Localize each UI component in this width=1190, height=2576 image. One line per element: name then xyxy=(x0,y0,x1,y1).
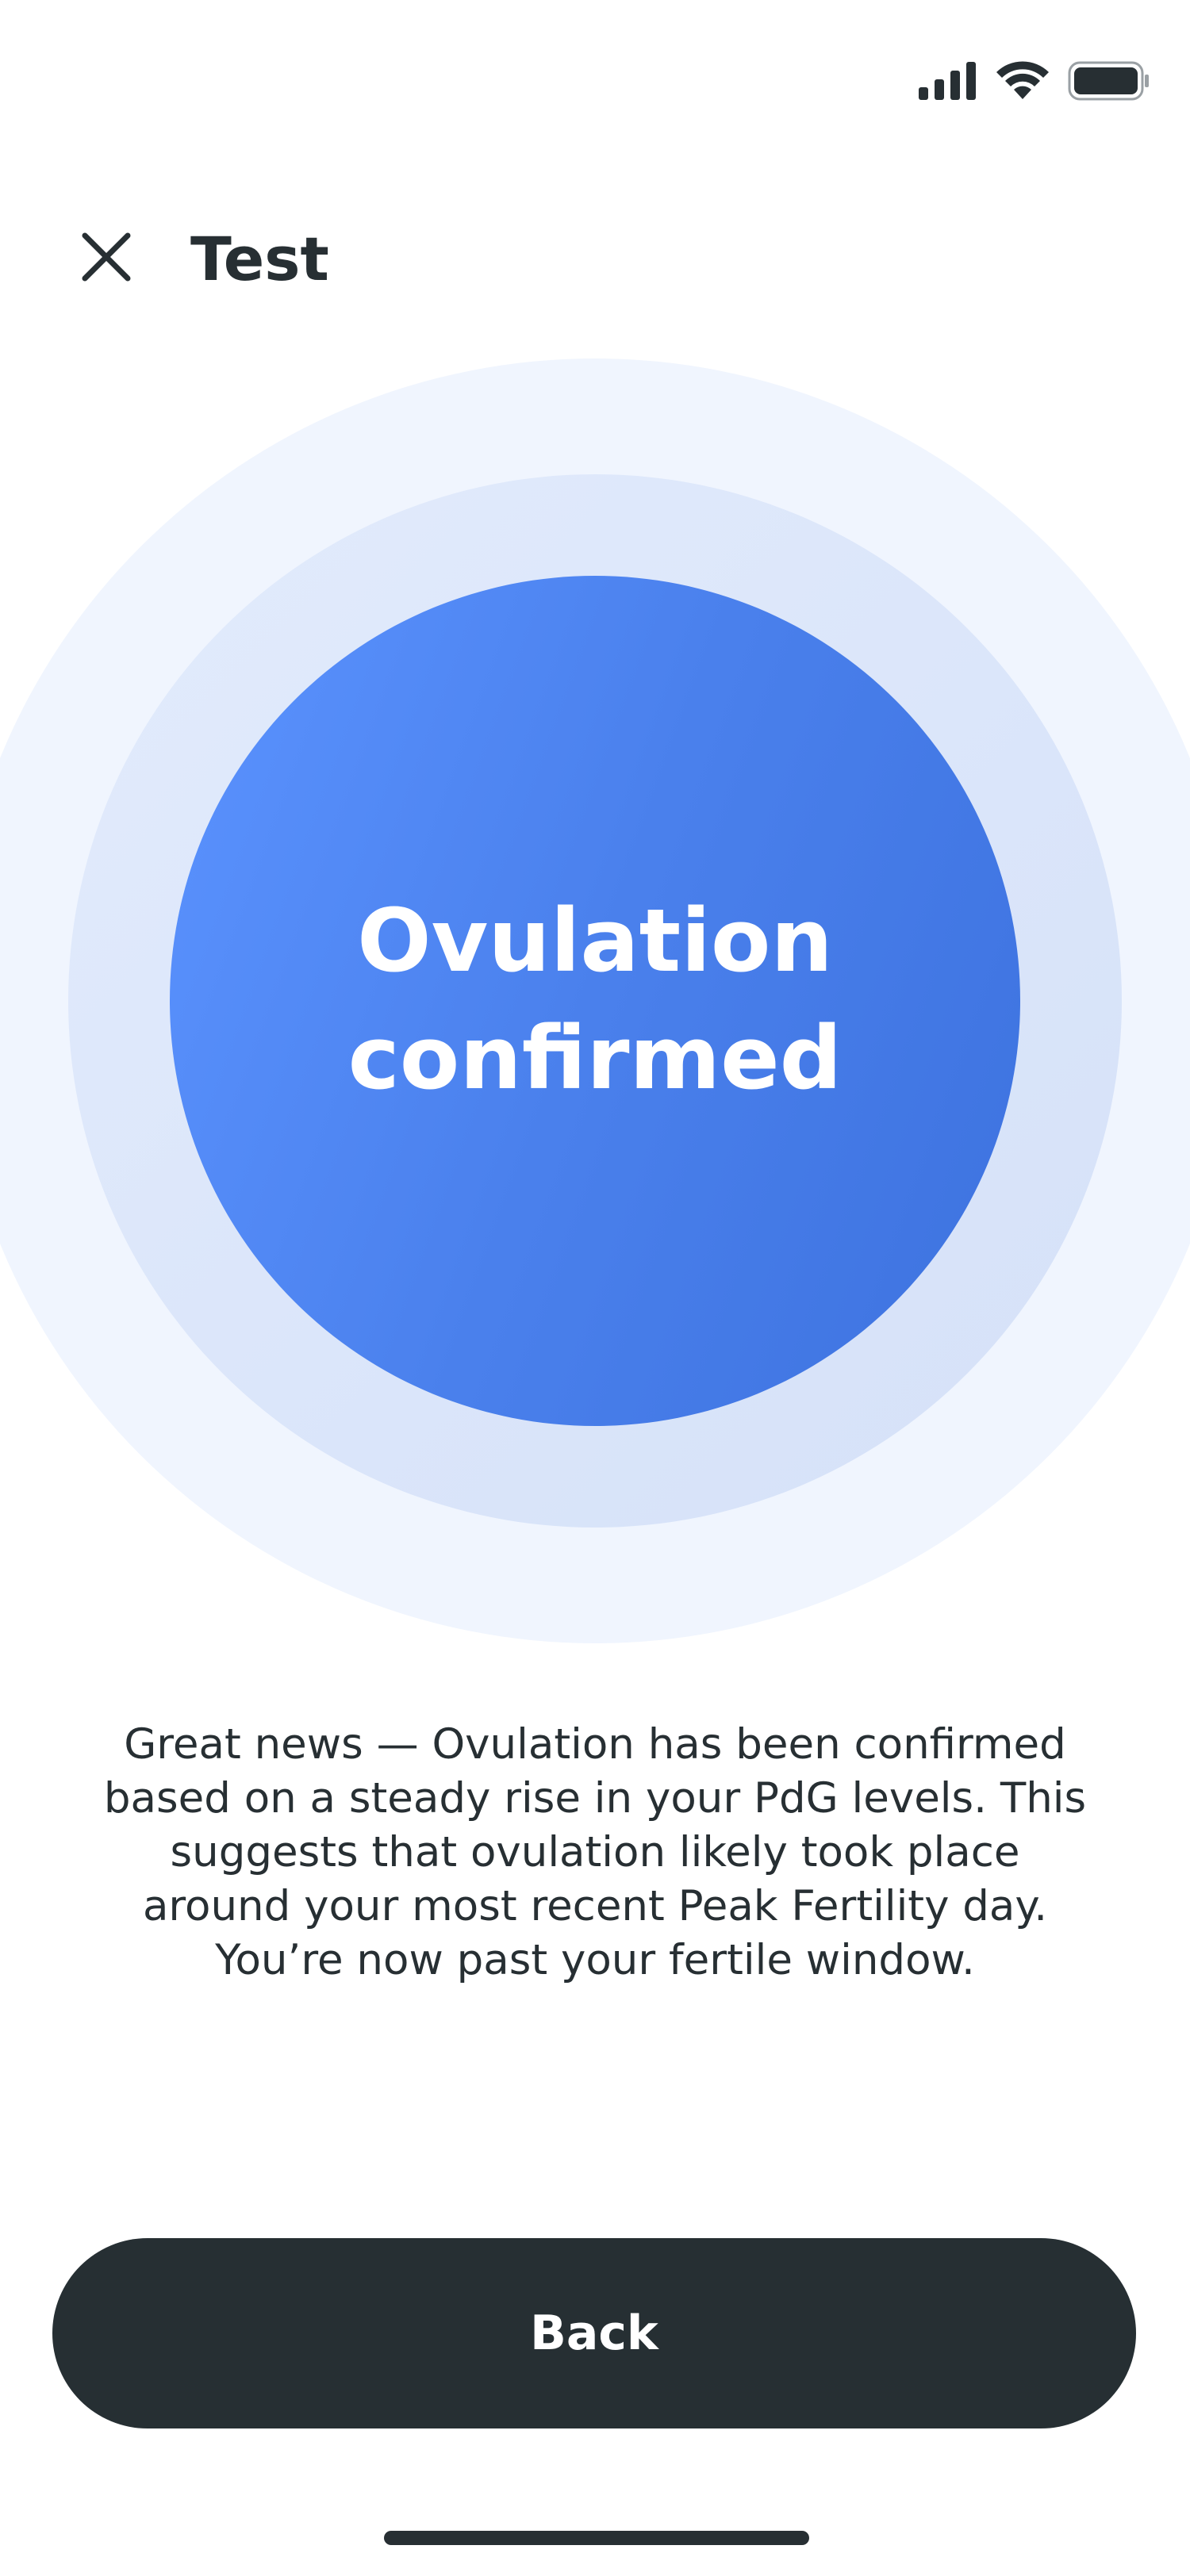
page-title: Test xyxy=(190,224,329,294)
signal-icon xyxy=(919,62,977,100)
result-circle: Ovulation confirmed xyxy=(170,576,1020,1426)
result-description: Great news — Ovulation has been confirme… xyxy=(103,1720,1087,1984)
result-title: Ovulation confirmed xyxy=(347,890,843,1109)
back-button[interactable]: Back xyxy=(52,2238,1136,2428)
close-button[interactable] xyxy=(75,227,138,290)
wifi-icon xyxy=(995,61,1050,101)
battery-icon xyxy=(1068,61,1150,101)
home-indicator[interactable] xyxy=(384,2531,809,2545)
status-bar xyxy=(919,57,1150,105)
close-icon xyxy=(80,231,132,286)
